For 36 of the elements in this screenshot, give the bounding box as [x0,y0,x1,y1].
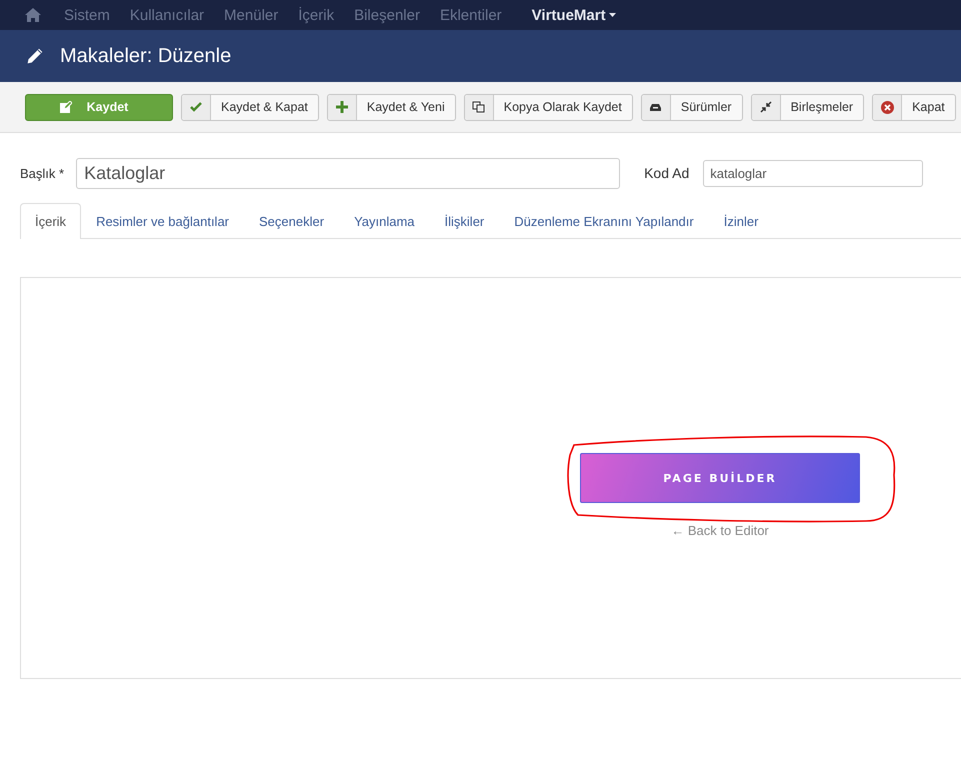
toolbar-button[interactable]: Kaydet & Kapat [181,94,319,120]
compress-icon [760,101,772,113]
menu-item[interactable]: Sistem [64,6,110,24]
page-title: Makaleler: Düzenle [60,44,232,68]
toolbar-button[interactable]: Kapat [872,94,956,120]
menu-item[interactable]: Eklentiler [440,6,502,24]
toolbar-button[interactable]: Birleşmeler [750,94,864,120]
field-label: Başlık * [20,166,64,180]
tab[interactable]: İlişkiler [430,203,500,238]
home-icon[interactable] [24,7,42,23]
tab[interactable]: Resimler ve bağlantılar [81,203,244,238]
check-icon [190,102,202,112]
alias-field[interactable]: kataloglar [703,160,924,186]
copy-icon [472,101,486,113]
close-icon [880,100,894,114]
edit-icon [60,101,72,113]
toolbar-button[interactable]: Kopya Olarak Kaydet [464,94,633,120]
tab[interactable]: İzinler [708,203,774,238]
menu-item[interactable]: Bileşenler [354,6,420,24]
menu-item[interactable]: Menüler [224,6,278,24]
menu-item[interactable]: Kullanıcılar [130,6,204,24]
plus-icon [336,101,348,113]
menu-item[interactable]: İçerik [298,6,334,24]
back-link[interactable]: ← Back to Editor [671,523,769,538]
title-field[interactable]: Kataloglar [76,158,620,188]
field-label: Kod Ad [644,165,690,181]
archive-icon [649,102,662,112]
toolbar-button[interactable]: Sürümler [640,94,743,120]
tab[interactable]: Yayınlama [339,203,430,238]
tab[interactable]: Düzenleme Ekranını Yapılandır [499,203,709,238]
caret-icon [608,13,616,17]
tab[interactable]: İçerik [20,203,82,239]
menu-item[interactable]: VirtueMart [532,6,616,24]
page-builder-button[interactable]: PAGE BUİLDER [580,453,860,503]
toolbar-button[interactable]: Kaydet & Yeni [326,94,456,120]
tab[interactable]: Seçenekler [244,203,340,238]
